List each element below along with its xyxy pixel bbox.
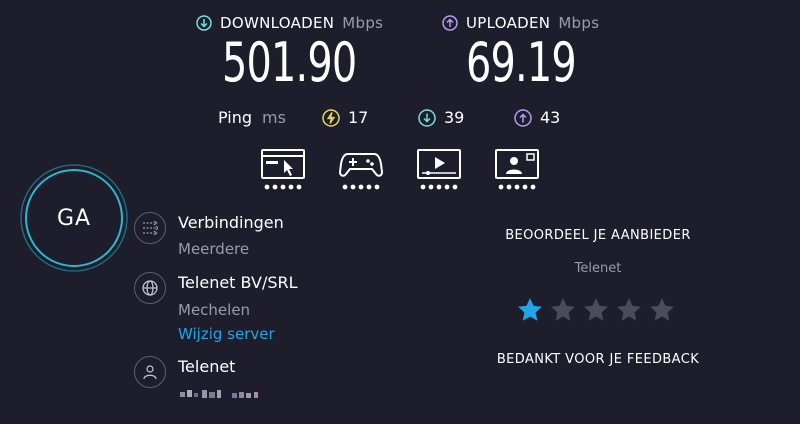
download-label: DOWNLOADEN <box>220 14 335 32</box>
connections-icon <box>134 212 166 244</box>
gaming-icon[interactable] <box>338 148 384 194</box>
server-location: Mechelen <box>178 301 251 319</box>
star-rating <box>516 296 676 324</box>
download-metric: DOWNLOADEN Mbps <box>196 14 383 32</box>
upload-latency-icon <box>514 108 532 127</box>
server-name: Telenet BV/SRL <box>178 273 298 292</box>
ping-label: Ping <box>218 108 253 127</box>
video-streaming-icon[interactable] <box>416 148 462 194</box>
go-button[interactable]: GA <box>26 170 122 266</box>
globe-icon <box>134 272 166 304</box>
ping-upload: 43 <box>514 108 560 127</box>
download-unit: Mbps <box>342 14 384 32</box>
latency-icon <box>322 108 340 127</box>
connections-value[interactable]: Meerdere <box>178 240 249 258</box>
ping-unit: ms <box>262 108 286 127</box>
change-server-link[interactable]: Wijzig server <box>178 325 275 343</box>
web-browsing-icon[interactable] <box>260 148 306 194</box>
upload-label: UPLOADEN <box>466 14 551 32</box>
ping-download-value: 39 <box>444 108 465 127</box>
star-icon-3[interactable] <box>582 296 610 324</box>
isp-name: Telenet <box>178 357 236 376</box>
download-value: 501.90 <box>222 31 357 94</box>
ping-row: Ping ms <box>218 108 286 127</box>
ping-download: 39 <box>418 108 464 127</box>
star-icon-5[interactable] <box>648 296 676 324</box>
upload-value: 69.19 <box>466 31 577 94</box>
redacted-ip-address <box>180 390 258 398</box>
user-icon <box>134 356 166 388</box>
star-icon-1[interactable] <box>516 296 544 324</box>
download-latency-icon <box>418 108 436 127</box>
ping-upload-value: 43 <box>540 108 561 127</box>
upload-unit: Mbps <box>558 14 600 32</box>
ping-idle: 17 <box>322 108 368 127</box>
upload-header: UPLOADEN Mbps <box>442 14 599 32</box>
upload-metric: UPLOADEN Mbps <box>442 14 599 32</box>
download-header: DOWNLOADEN Mbps <box>196 14 383 32</box>
connections-title: Verbindingen <box>178 213 284 232</box>
upload-icon <box>442 15 458 31</box>
ping-idle-value: 17 <box>348 108 369 127</box>
download-icon <box>196 15 212 31</box>
star-icon-4[interactable] <box>615 296 643 324</box>
star-icon-2[interactable] <box>549 296 577 324</box>
rate-provider-title: BEOORDEEL JE AANBIEDER <box>505 228 691 243</box>
rated-provider-name: Telenet <box>574 261 622 276</box>
video-chat-icon[interactable] <box>494 148 540 194</box>
feedback-thanks: BEDANKT VOOR JE FEEDBACK <box>496 352 700 367</box>
